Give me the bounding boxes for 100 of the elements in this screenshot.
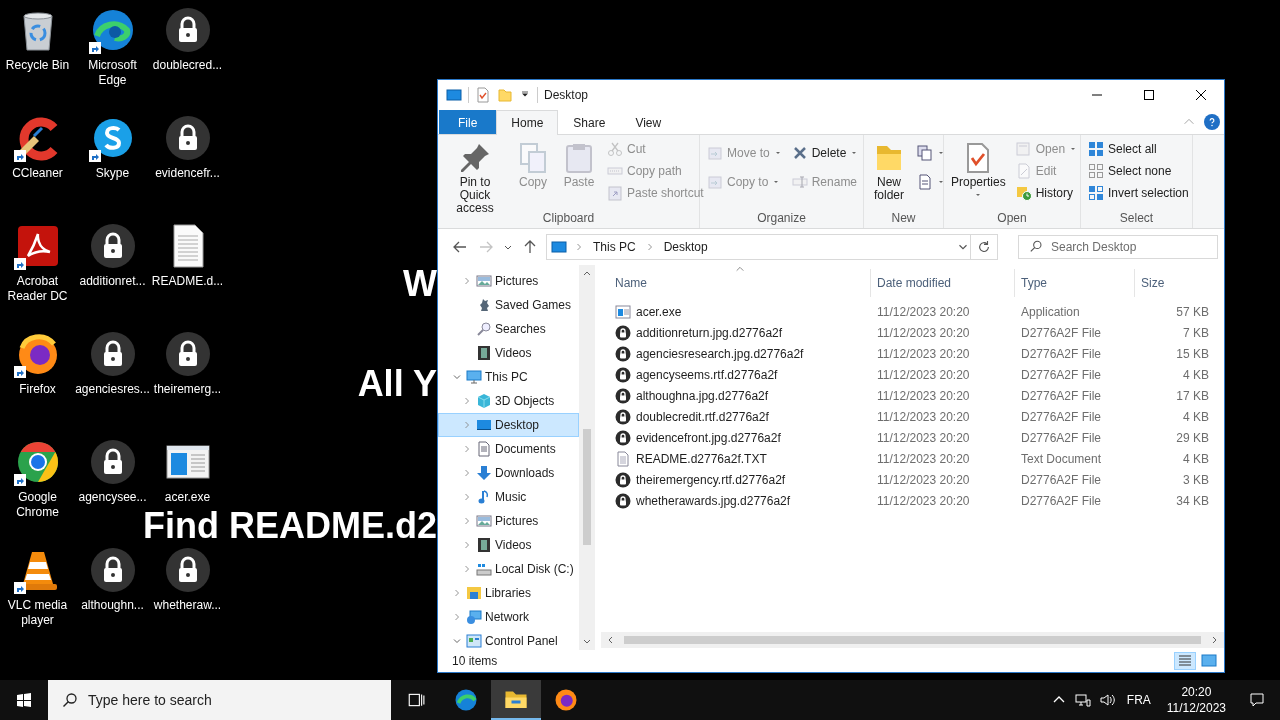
table-cell-text: 11/12/2023 20:20 — [876, 493, 971, 508]
desktop-shortcut[interactable]: Acrobat Reader DC — [0, 222, 75, 304]
table-cell-text: D2776A2F File — [1020, 409, 1103, 424]
desktop-shortcut[interactable]: CCleaner — [0, 114, 75, 181]
history-button[interactable]: History — [1012, 182, 1081, 204]
desktop-shortcut[interactable]: README.d... — [150, 222, 225, 289]
desktop-shortcut[interactable]: agenciesres... — [75, 330, 150, 397]
ribbon-group-label: Select — [1118, 210, 1155, 227]
new-folder-button[interactable]: New folder — [868, 138, 910, 210]
file-name[interactable]: agenciesresearch.jpg.d2776a2f — [636, 346, 804, 361]
file-name[interactable]: README.d2776a2f.TXT — [636, 451, 767, 466]
column-header[interactable]: Type — [1015, 269, 1135, 297]
monitor-icon[interactable] — [446, 87, 462, 103]
desktop-shortcut[interactable]: doublecred... — [150, 6, 225, 73]
nav-item[interactable]: Videos — [438, 533, 579, 557]
desktop-shortcut[interactable]: whetheraw... — [150, 546, 225, 613]
pin-button[interactable]: Pin to Quick access — [442, 138, 508, 210]
text-file-icon — [615, 450, 631, 467]
taskbar-app[interactable] — [491, 680, 541, 720]
desktop-shortcut[interactable]: Google Chrome — [0, 438, 75, 520]
table-cell-text: D2776A2F File — [1020, 472, 1103, 487]
properties-button[interactable]: Properties — [948, 138, 1009, 210]
folder-icon[interactable] — [497, 87, 513, 103]
large-icons-view-button[interactable] — [1198, 652, 1220, 670]
clock[interactable]: 20:20 11/12/2023 — [1158, 680, 1234, 720]
desktop-shortcut[interactable]: althoughn... — [75, 546, 150, 613]
table-cell-text: 11/12/2023 20:20 — [876, 451, 971, 466]
desktop-shortcut[interactable]: Recycle Bin — [0, 6, 75, 73]
search-field[interactable]: Search Desktop — [1018, 235, 1218, 259]
desktop-shortcut[interactable]: additionret... — [75, 222, 150, 289]
scrollbar-thumb[interactable] — [583, 429, 591, 545]
padlock-icon — [615, 471, 631, 488]
table-cell-text: D2776A2F File — [1020, 388, 1103, 403]
breadcrumb[interactable]: This PC — [591, 240, 638, 254]
column-header[interactable]: Date modified — [871, 269, 1015, 297]
nav-item[interactable]: Downloads — [438, 461, 579, 485]
desktop-shortcut[interactable]: Skype — [75, 114, 150, 181]
nav-item[interactable]: Network — [438, 605, 579, 629]
cube-icon — [476, 393, 492, 409]
language-indicator[interactable]: FRA — [1118, 680, 1159, 720]
invert-selection-button[interactable]: Invert selection — [1085, 182, 1192, 204]
nav-item[interactable]: Documents — [438, 437, 579, 461]
padlock-icon — [88, 222, 137, 270]
scrollbar[interactable] — [601, 632, 1224, 648]
nav-item[interactable]: Local Disk (C:) — [438, 557, 579, 581]
file-name[interactable]: whetherawards.jpg.d2776a2f — [636, 493, 791, 508]
desktop-shortcut[interactable]: evidencefr... — [150, 114, 225, 181]
delete-button[interactable]: Delete — [788, 138, 862, 167]
search-field[interactable]: Type here to search — [48, 680, 391, 720]
column-header[interactable]: Name — [609, 269, 871, 297]
nav-item[interactable]: Control Panel — [438, 629, 579, 653]
file-menu-tab[interactable]: File — [439, 110, 497, 134]
scrollbar[interactable] — [579, 265, 595, 650]
file-name[interactable]: theiremergency.rtf.d2776a2f — [636, 472, 786, 487]
up-icon — [522, 239, 538, 255]
ribbon-tab[interactable]: View — [620, 110, 677, 134]
table-cell-text: 4 KB — [1182, 409, 1210, 424]
nav-item[interactable]: Pictures — [438, 269, 579, 293]
nav-item[interactable]: 3D Objects — [438, 389, 579, 413]
search-icon — [62, 692, 78, 708]
document-icon — [476, 441, 492, 457]
details-view-button[interactable] — [1174, 652, 1196, 670]
file-name[interactable]: additionreturn.jpg.d2776a2f — [636, 325, 783, 340]
desktop-shortcut[interactable]: theiremerg... — [150, 330, 225, 397]
ribbon-tab[interactable]: Home — [496, 110, 559, 135]
desktop-shortcut[interactable]: VLC media player — [0, 546, 75, 628]
help-icon[interactable] — [1204, 114, 1220, 130]
nav-item[interactable]: Libraries — [438, 581, 579, 605]
column-header[interactable]: Size — [1135, 269, 1215, 297]
table-cell-text: D2776A2F File — [1020, 367, 1103, 382]
ribbon-tab[interactable]: Share — [558, 110, 621, 134]
film-icon — [476, 345, 492, 361]
file-name[interactable]: acer.exe — [636, 304, 682, 319]
file-name[interactable]: agencyseems.rtf.d2776a2f — [636, 367, 778, 382]
nav-item[interactable]: Saved Games — [438, 293, 579, 317]
address-bar[interactable]: This PC Desktop — [546, 234, 971, 260]
nav-item[interactable]: Videos — [438, 341, 579, 365]
table-cell-text: D2776A2F File — [1020, 493, 1103, 508]
nav-item[interactable]: Desktop — [438, 413, 579, 437]
table-cell-text: 4 KB — [1182, 367, 1210, 382]
file-name[interactable]: althoughna.jpg.d2776a2f — [636, 388, 769, 403]
checked-page-icon[interactable] — [475, 87, 491, 103]
breadcrumb[interactable]: Desktop — [661, 240, 710, 254]
file-name[interactable]: evidencefront.jpg.d2776a2f — [636, 430, 781, 445]
nav-item[interactable]: Searches — [438, 317, 579, 341]
refresh-button[interactable] — [971, 234, 998, 260]
scrollbar-thumb[interactable] — [624, 636, 1201, 644]
table-cell-text: 11/12/2023 20:20 — [876, 409, 971, 424]
desktop-shortcut[interactable]: agencysee... — [75, 438, 150, 505]
nav-item[interactable]: Pictures — [438, 509, 579, 533]
desktop-shortcut[interactable]: Firefox — [0, 330, 75, 397]
desktop-shortcut[interactable]: Microsoft Edge — [75, 6, 150, 88]
select-none-button[interactable]: Select none — [1085, 160, 1192, 182]
clipboard-icon — [563, 142, 595, 174]
table-cell-text: 29 KB — [1175, 430, 1210, 445]
desktop-shortcut[interactable]: acer.exe — [150, 438, 225, 505]
select-all-button[interactable]: Select all — [1085, 138, 1192, 160]
nav-item[interactable]: Music — [438, 485, 579, 509]
nav-item[interactable]: This PC — [438, 365, 579, 389]
file-name[interactable]: doublecredit.rtf.d2776a2f — [636, 409, 769, 424]
